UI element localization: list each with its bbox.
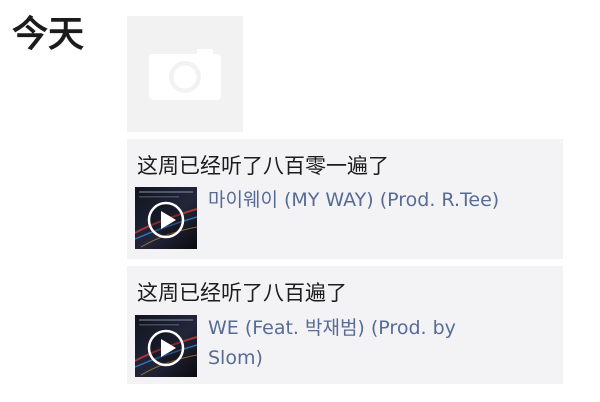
camera-icon (149, 49, 221, 100)
post-card: 这周已经听了八百遍了 WE (Feat. 박재범) (Prod. by Slom… (127, 266, 563, 384)
photo-thumbnail[interactable] (127, 16, 243, 132)
music-share-card[interactable]: 마이웨이 (MY WAY) (Prod. R.Tee) (135, 187, 555, 249)
music-share-card[interactable]: WE (Feat. 박재범) (Prod. by Slom) (135, 315, 555, 377)
post-text: 这周已经听了八百零一遍了 (137, 154, 389, 178)
post-card: 这周已经听了八百零一遍了 마이웨이 (MY WAY) (Prod. R.Tee) (127, 139, 563, 259)
post-text: 这周已经听了八百遍了 (137, 281, 347, 305)
song-title-link[interactable]: 마이웨이 (MY WAY) (Prod. R.Tee) (208, 185, 508, 215)
date-label: 今天 (12, 14, 85, 55)
album-art[interactable] (135, 315, 197, 377)
album-art[interactable] (135, 187, 197, 249)
song-title-link[interactable]: WE (Feat. 박재범) (Prod. by Slom) (208, 313, 508, 373)
